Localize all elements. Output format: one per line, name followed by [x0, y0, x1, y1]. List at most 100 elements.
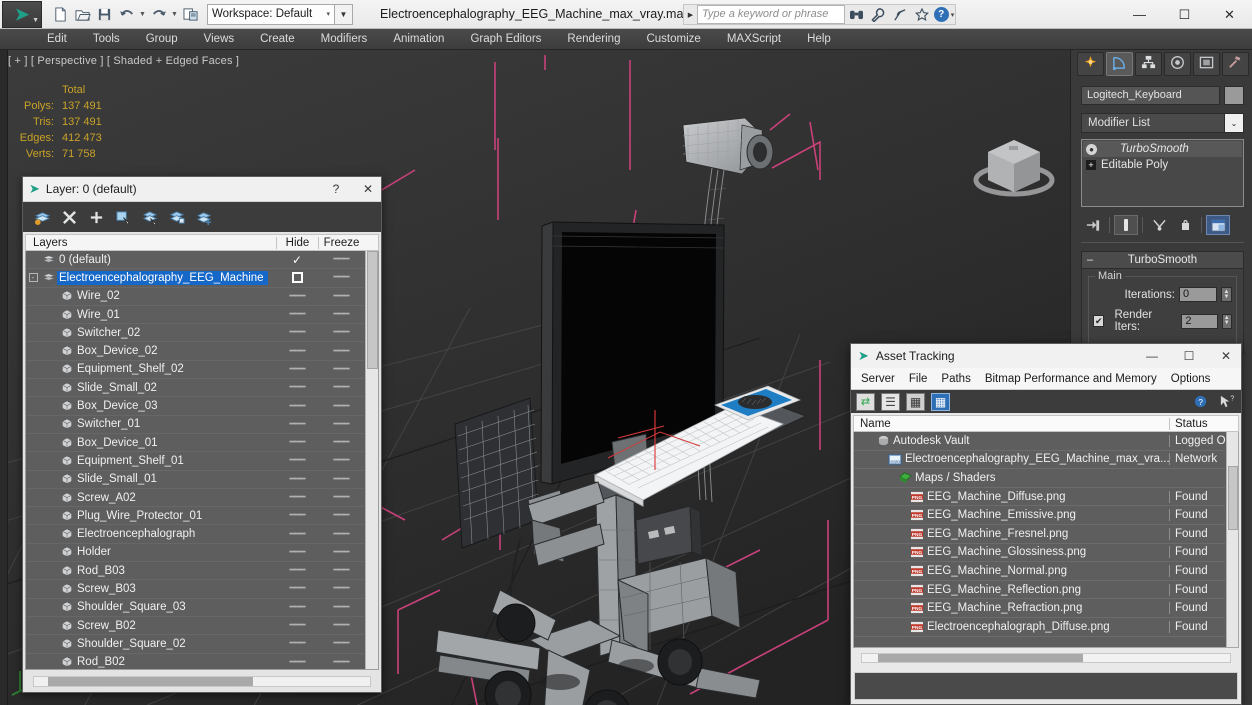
layer-vertical-scrollbar[interactable]	[365, 251, 378, 669]
menu-item-group[interactable]: Group	[133, 29, 191, 50]
modifier-stack-item-turbosmooth[interactable]: ● TurboSmooth	[1083, 141, 1242, 157]
asset-row[interactable]: PNG EEG_Machine_Normal.png Found	[854, 562, 1225, 581]
asset-column-status[interactable]: Status	[1169, 417, 1225, 430]
layer-freeze-cell[interactable]: ━━━	[318, 455, 364, 466]
chevron-down-icon[interactable]: ⌄	[1225, 113, 1244, 133]
asset-row[interactable]: Autodesk Vault Logged O	[854, 432, 1225, 451]
layer-row[interactable]: Switcher_02 ━━━ ━━━	[26, 324, 364, 343]
viewport-label[interactable]: [ + ] [ Perspective ] [ Shaded + Edged F…	[8, 55, 239, 67]
layer-freeze-cell[interactable]: ━━━	[318, 510, 364, 521]
set-current-layer-icon[interactable]	[195, 208, 213, 226]
help-dropdown-icon[interactable]: ▾	[951, 11, 955, 19]
grid-view-icon[interactable]: ▦	[931, 392, 950, 411]
refresh-icon[interactable]: ⇄	[856, 392, 875, 411]
asset-menu-file[interactable]: File	[902, 368, 935, 390]
layer-freeze-cell[interactable]: ━━━	[318, 602, 364, 613]
asset-menu-server[interactable]: Server	[854, 368, 902, 390]
help-button[interactable]: ? ▾	[933, 4, 955, 25]
layer-freeze-cell[interactable]: ━━━	[318, 620, 364, 631]
layer-hide-cell[interactable]: ━━━	[276, 382, 318, 393]
asset-row[interactable]: PNG EEG_Machine_Diffuse.png Found	[854, 488, 1225, 507]
render-iters-spinner[interactable]: ▲ ▼	[1221, 313, 1232, 329]
layer-freeze-cell[interactable]: ━━━	[318, 346, 364, 357]
layer-hide-cell[interactable]: ━━━	[276, 474, 318, 485]
rollout-header[interactable]: – TurboSmooth	[1082, 252, 1243, 269]
layer-row[interactable]: Box_Device_03 ━━━ ━━━	[26, 397, 364, 416]
layer-close-button[interactable]: ✕	[355, 182, 381, 196]
layer-row[interactable]: Screw_B02 ━━━ ━━━	[26, 617, 364, 636]
layer-row[interactable]: Slide_Small_01 ━━━ ━━━	[26, 471, 364, 489]
save-file-icon[interactable]	[94, 4, 115, 25]
layer-row[interactable]: - Electroencephalography_EEG_Machine ━━━	[26, 269, 364, 288]
layer-hide-cell[interactable]: ━━━	[276, 583, 318, 594]
layer-dialog[interactable]: ➤ Layer: 0 (default) ? ✕ Layers Hide Fre…	[22, 176, 382, 693]
layer-horizontal-scrollbar[interactable]	[33, 675, 371, 687]
asset-row[interactable]: PNG EEG_Machine_Fresnel.png Found	[854, 525, 1225, 544]
asset-list[interactable]: Autodesk Vault Logged O MAX Electroencephal…	[853, 432, 1239, 648]
remove-modifier-icon[interactable]	[1173, 215, 1197, 235]
layer-hide-cell[interactable]: ━━━	[276, 437, 318, 448]
modifier-stack-item-editable-poly[interactable]: + Editable Poly	[1083, 157, 1242, 173]
motion-tab[interactable]	[1164, 52, 1191, 76]
layer-hide-cell[interactable]: ━━━	[276, 565, 318, 576]
layer-freeze-cell[interactable]: ━━━	[318, 327, 364, 338]
asset-row[interactable]: MAX Electroencephalography_EEG_Machine_ma…	[854, 451, 1225, 470]
layer-row[interactable]: Wire_02 ━━━ ━━━	[26, 288, 364, 306]
menu-item-tools[interactable]: Tools	[80, 29, 133, 50]
render-iters-checkbox[interactable]: ✔	[1093, 315, 1105, 327]
layer-freeze-cell[interactable]: ━━━	[318, 583, 364, 594]
search-input[interactable]: Type a keyword or phrase	[697, 5, 845, 24]
asset-row[interactable]: PNG EEG_Machine_Reflection.png Found	[854, 581, 1225, 600]
layer-hide-cell[interactable]: ━━━	[276, 455, 318, 466]
thumbnail-view-icon[interactable]: ▦	[906, 392, 925, 411]
menu-item-customize[interactable]: Customize	[633, 29, 713, 50]
layer-row[interactable]: Box_Device_02 ━━━ ━━━	[26, 342, 364, 361]
layer-row[interactable]: Shoulder_Square_03 ━━━ ━━━	[26, 599, 364, 617]
layer-row[interactable]: Slide_Small_02 ━━━ ━━━	[26, 379, 364, 398]
layer-row[interactable]: 0 (default) ✓ ━━━	[26, 251, 364, 270]
menu-item-modifiers[interactable]: Modifiers	[308, 29, 381, 50]
select-objects-in-layer-icon[interactable]	[114, 208, 132, 226]
layer-freeze-cell[interactable]: ━━━	[318, 364, 364, 375]
modify-tab[interactable]	[1106, 52, 1133, 76]
asset-column-name[interactable]: Name	[854, 418, 1169, 430]
asset-row[interactable]: PNG EEG_Machine_Emissive.png Found	[854, 506, 1225, 525]
undo-dropdown-icon[interactable]: ▼	[138, 4, 147, 25]
collapse-icon[interactable]: –	[1087, 254, 1093, 266]
layer-freeze-cell[interactable]: ━━━	[318, 547, 364, 558]
layer-hide-cell[interactable]: ━━━	[276, 638, 318, 649]
layer-hide-cell[interactable]: ━━━	[276, 529, 318, 540]
layer-freeze-cell[interactable]: ━━━	[318, 382, 364, 393]
layer-help-button[interactable]: ?	[323, 182, 349, 196]
workspace-dropdown-button[interactable]: ▼	[335, 3, 353, 25]
asset-tracking-dialog[interactable]: ➤ Asset Tracking — ☐ ✕ Server File Paths Bi…	[850, 343, 1242, 705]
asset-menu-paths[interactable]: Paths	[934, 368, 977, 390]
maximize-button[interactable]: ☐	[1162, 0, 1207, 29]
layer-freeze-cell[interactable]: ━━━	[318, 657, 364, 668]
pin-stack-icon[interactable]	[1081, 215, 1105, 235]
binoculars-icon[interactable]	[845, 4, 867, 25]
layer-freeze-cell[interactable]: ━━━	[318, 565, 364, 576]
make-unique-icon[interactable]	[1147, 215, 1171, 235]
asset-hscroll-thumb[interactable]	[878, 654, 1083, 662]
layer-hide-cell[interactable]: ━━━	[276, 346, 318, 357]
layer-hide-cell[interactable]: ✓	[276, 253, 318, 267]
satellite-icon[interactable]	[889, 4, 911, 25]
layer-hide-cell[interactable]: ━━━	[276, 327, 318, 338]
layer-list[interactable]: 0 (default) ✓ ━━━ - Electroencephalography_E…	[25, 251, 379, 670]
undo-icon[interactable]	[116, 4, 137, 25]
layer-hide-cell[interactable]: ━━━	[276, 309, 318, 320]
layer-row[interactable]: Wire_01 ━━━ ━━━	[26, 306, 364, 325]
asset-row[interactable]: PNG Electroencephalograph_Diffuse.png Foun…	[854, 618, 1225, 637]
menu-item-rendering[interactable]: Rendering	[554, 29, 633, 50]
help-icon[interactable]: ?	[1192, 393, 1211, 411]
menu-item-maxscript[interactable]: MAXScript	[714, 29, 794, 50]
layer-hide-cell[interactable]: ━━━	[276, 419, 318, 430]
layer-hide-cell[interactable]: ━━━	[276, 620, 318, 631]
create-tab[interactable]	[1077, 52, 1104, 76]
checkbox-empty-icon[interactable]	[291, 272, 303, 284]
configure-modifier-sets-icon[interactable]	[1206, 215, 1230, 235]
layer-row[interactable]: Shoulder_Square_02 ━━━ ━━━	[26, 635, 364, 654]
asset-row[interactable]: PNG EEG_Machine_Glossiness.png Found	[854, 544, 1225, 563]
layer-freeze-cell[interactable]: ━━━	[318, 272, 364, 283]
